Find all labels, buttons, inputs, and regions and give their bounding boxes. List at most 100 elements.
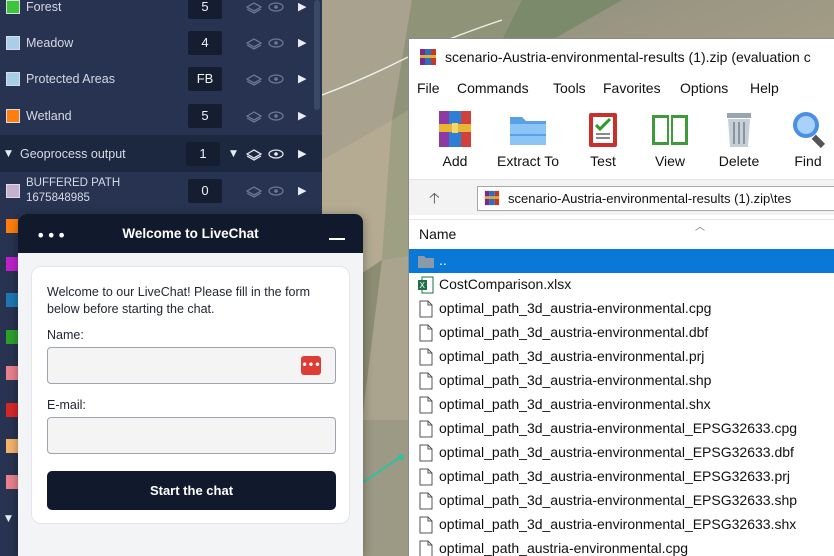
layer-color-swatch[interactable] (6, 439, 18, 453)
file-row[interactable]: optimal_path_3d_austria-environmental_EP… (409, 489, 834, 513)
start-chat-button[interactable]: Start the chat (47, 471, 336, 510)
file-name: optimal_path_3d_austria-environmental_EP… (439, 468, 790, 484)
file-name: optimal_path_3d_austria-environmental.pr… (439, 348, 705, 364)
menu-bar: File Commands Tools Favorites Options He… (409, 77, 834, 99)
window-titlebar[interactable]: scenario-Austria-environmental-results (… (409, 39, 834, 75)
chevron-right-icon[interactable]: ▶ (298, 0, 306, 13)
email-field[interactable] (47, 417, 336, 454)
eye-icon[interactable] (268, 72, 284, 86)
delete-button[interactable]: Delete (717, 107, 761, 169)
file-row[interactable]: optimal_path_3d_austria-environmental.pr… (409, 345, 834, 369)
up-arrow-icon[interactable]: 🡡 (429, 188, 440, 213)
extract-to-button[interactable]: Extract To (497, 107, 559, 169)
path-field[interactable]: scenario-Austria-environmental-results (… (477, 186, 834, 211)
layer-color-swatch[interactable] (6, 403, 18, 417)
layer-visibility-icons[interactable] (246, 36, 284, 50)
add-button[interactable]: Add (433, 107, 477, 169)
file-icon (419, 516, 433, 534)
layer-color-swatch[interactable] (6, 366, 18, 380)
file-row[interactable]: optimal_path_austria-environmental.cpg (409, 537, 834, 556)
menu-favorites[interactable]: Favorites (603, 80, 661, 96)
stack-icon[interactable] (246, 72, 262, 86)
name-field[interactable]: ••• (47, 347, 336, 384)
stack-icon[interactable] (246, 147, 262, 161)
layer-color-swatch[interactable] (6, 35, 20, 50)
file-row[interactable]: optimal_path_3d_austria-environmental_EP… (409, 513, 834, 537)
panel-scrollbar[interactable] (314, 0, 320, 110)
layer-color-swatch[interactable] (6, 0, 20, 14)
eye-icon[interactable] (268, 109, 284, 123)
layer-color-swatch[interactable] (6, 71, 20, 86)
minimize-icon[interactable] (329, 238, 345, 240)
more-options-icon[interactable]: ••• (36, 226, 67, 245)
chevron-down-icon[interactable]: ▼ (230, 149, 237, 159)
chevron-right-icon[interactable]: ▶ (298, 72, 306, 85)
layer-row-buffered-path[interactable]: BUFFERED PATH 1675848985 0 ▶ (0, 172, 322, 209)
eye-icon[interactable] (268, 0, 284, 14)
file-row[interactable]: optimal_path_3d_austria-environmental_EP… (409, 417, 834, 441)
chevron-right-icon[interactable]: ▶ (298, 36, 306, 49)
layer-name-line1: BUFFERED PATH (26, 177, 121, 189)
file-icon (419, 420, 433, 438)
chevron-down-icon[interactable]: ▼ (5, 149, 12, 159)
password-manager-icon[interactable]: ••• (301, 356, 321, 375)
menu-options[interactable]: Options (680, 80, 728, 96)
path-text: scenario-Austria-environmental-results (… (508, 191, 792, 206)
column-header-name[interactable]: Name (419, 226, 456, 242)
layer-row-protected-areas[interactable]: Protected Areas FB ▶ (0, 60, 322, 97)
layer-visibility-icons[interactable] (246, 0, 284, 14)
layer-visibility-icons[interactable] (246, 109, 284, 123)
toolbar: Add Extract To Test View Delete Find (409, 101, 834, 179)
layer-color-swatch[interactable] (6, 219, 18, 233)
file-row[interactable]: X CostComparison.xlsx (409, 273, 834, 297)
layer-name: Forest (26, 0, 62, 14)
view-button[interactable]: View (648, 107, 692, 169)
name-label: Name: (47, 328, 84, 342)
stack-icon[interactable] (246, 36, 262, 50)
menu-file[interactable]: File (417, 80, 440, 96)
file-name: optimal_path_3d_austria-environmental.sh… (439, 396, 711, 412)
eye-icon[interactable] (268, 147, 284, 161)
test-button[interactable]: Test (581, 107, 625, 169)
file-row[interactable]: optimal_path_3d_austria-environmental_EP… (409, 465, 834, 489)
group-row-geoprocess-output[interactable]: ▼ Geoprocess output 1 ▼ ▶ (0, 135, 322, 172)
file-row[interactable]: optimal_path_3d_austria-environmental.sh… (409, 393, 834, 417)
chevron-down-icon[interactable]: ▼ (5, 514, 12, 524)
eye-icon[interactable] (268, 184, 284, 198)
eye-icon[interactable] (268, 36, 284, 50)
menu-tools[interactable]: Tools (553, 80, 586, 96)
layer-visibility-icons[interactable] (246, 184, 284, 198)
menu-help[interactable]: Help (750, 80, 779, 96)
file-row[interactable]: optimal_path_3d_austria-environmental_EP… (409, 441, 834, 465)
layer-color-swatch[interactable] (6, 257, 18, 271)
layer-color-swatch[interactable] (6, 183, 20, 198)
file-row[interactable]: optimal_path_3d_austria-environmental.cp… (409, 297, 834, 321)
group-visibility-icons[interactable] (246, 147, 284, 161)
livechat-header: ••• Welcome to LiveChat (18, 214, 363, 253)
stack-icon[interactable] (246, 0, 262, 14)
stack-icon[interactable] (246, 109, 262, 123)
layer-color-swatch[interactable] (6, 293, 18, 307)
layer-visibility-icons[interactable] (246, 72, 284, 86)
layer-color-swatch[interactable] (6, 108, 20, 123)
menu-commands[interactable]: Commands (457, 80, 529, 96)
layer-row-wetland[interactable]: Wetland 5 ▶ (0, 97, 322, 134)
file-name: CostComparison.xlsx (439, 276, 572, 292)
file-row[interactable]: optimal_path_3d_austria-environmental.sh… (409, 369, 834, 393)
chevron-right-icon[interactable]: ▶ (298, 109, 306, 122)
layer-name: Protected Areas (26, 71, 115, 86)
layer-row-meadow[interactable]: Meadow 4 ▶ (0, 24, 322, 61)
chevron-right-icon[interactable]: ▶ (298, 184, 306, 197)
stack-icon[interactable] (246, 184, 262, 198)
layer-color-swatch[interactable] (6, 330, 18, 344)
add-label: Add (442, 153, 468, 169)
layer-name: Meadow (26, 35, 74, 50)
file-icon (419, 348, 433, 366)
layer-color-swatch[interactable] (6, 475, 18, 489)
layer-row-forest[interactable]: Forest 5 ▶ (0, 0, 322, 25)
file-row[interactable]: optimal_path_3d_austria-environmental.db… (409, 321, 834, 345)
find-button[interactable]: Find (786, 107, 830, 169)
layer-count: 0 (188, 178, 222, 203)
file-row[interactable]: .. (409, 249, 834, 273)
chevron-right-icon[interactable]: ▶ (298, 147, 306, 160)
